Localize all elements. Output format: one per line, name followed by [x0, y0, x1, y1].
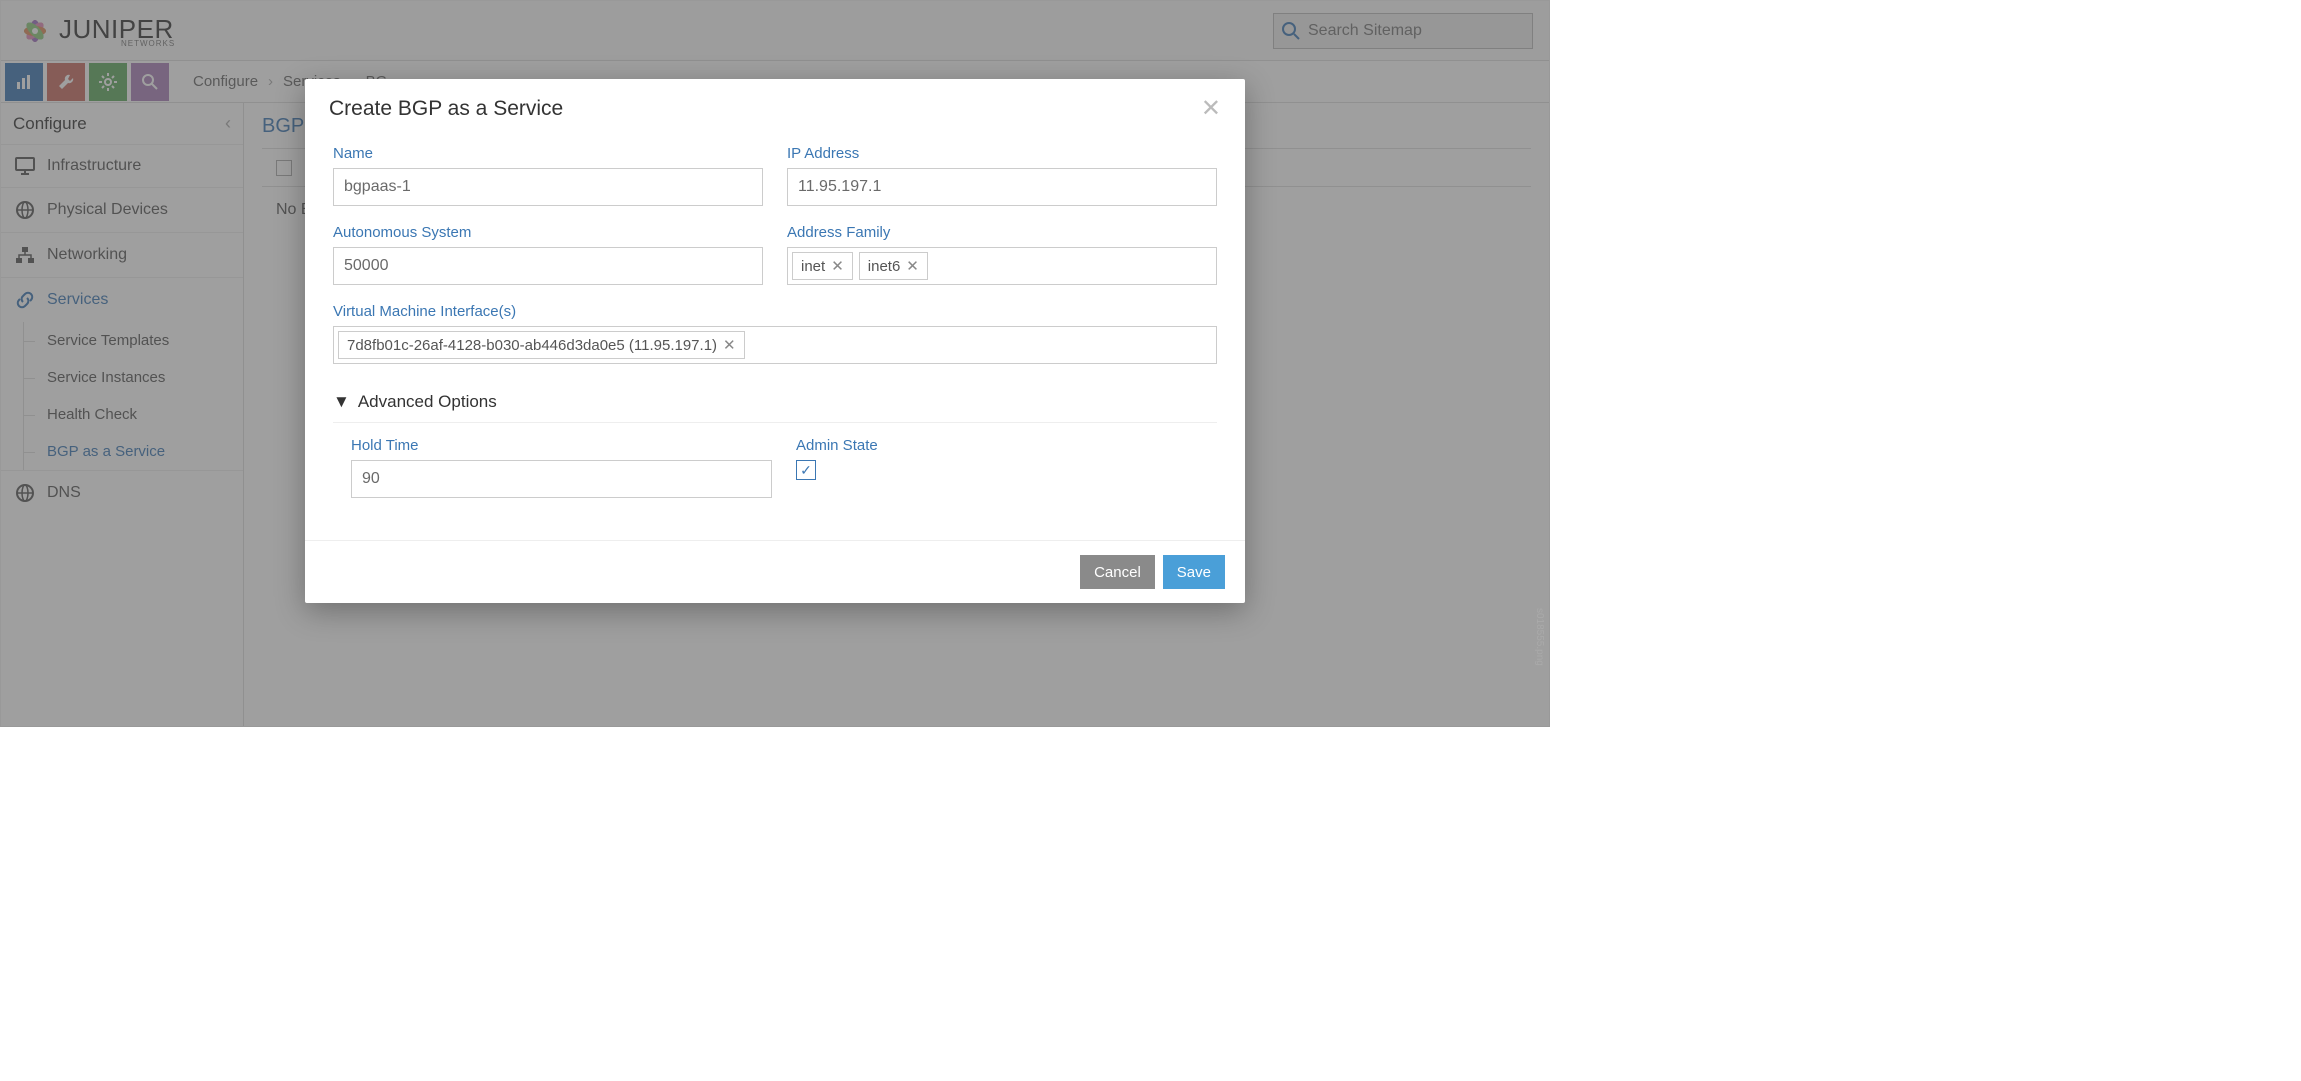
advanced-options-label: Advanced Options: [358, 392, 497, 412]
name-field[interactable]: [333, 168, 763, 206]
tag-inet6: inet6 ✕: [859, 252, 928, 280]
address-family-field[interactable]: inet ✕ inet6 ✕: [787, 247, 1217, 285]
label-hold: Hold Time: [351, 437, 772, 454]
tag-label: inet6: [868, 258, 901, 275]
modal-overlay: Create BGP as a Service ✕ Name IP Addres…: [1, 1, 1549, 726]
tag-label: 7d8fb01c-26af-4128-b030-ab446d3da0e5 (11…: [347, 337, 717, 354]
ip-address-field[interactable]: [787, 168, 1217, 206]
app-window: JUNIPER NETWORKS: [0, 0, 1550, 727]
label-as: Autonomous System: [333, 224, 763, 241]
remove-tag-icon[interactable]: ✕: [723, 336, 736, 354]
cancel-button[interactable]: Cancel: [1080, 555, 1155, 589]
close-icon[interactable]: ✕: [1201, 97, 1221, 121]
caret-down-icon: ▼: [333, 392, 350, 412]
modal-body: Name IP Address Autonomous System Addres: [305, 135, 1245, 540]
modal-head: Create BGP as a Service ✕: [305, 79, 1245, 135]
create-bgpaas-modal: Create BGP as a Service ✕ Name IP Addres…: [305, 79, 1245, 603]
label-name: Name: [333, 145, 763, 162]
save-button[interactable]: Save: [1163, 555, 1225, 589]
vmi-field[interactable]: 7d8fb01c-26af-4128-b030-ab446d3da0e5 (11…: [333, 326, 1217, 364]
label-admin: Admin State: [796, 437, 1217, 454]
tag-inet: inet ✕: [792, 252, 853, 280]
advanced-options-toggle[interactable]: ▼ Advanced Options: [333, 382, 1217, 423]
remove-tag-icon[interactable]: ✕: [831, 257, 844, 275]
autonomous-system-field[interactable]: [333, 247, 763, 285]
label-ip: IP Address: [787, 145, 1217, 162]
label-af: Address Family: [787, 224, 1217, 241]
modal-title: Create BGP as a Service: [329, 97, 563, 121]
advanced-options-body: Hold Time Admin State ✓: [333, 437, 1217, 498]
watermark: s018555.png: [1534, 608, 1545, 666]
remove-tag-icon[interactable]: ✕: [906, 257, 919, 275]
tag-label: inet: [801, 258, 825, 275]
modal-footer: Cancel Save: [305, 540, 1245, 603]
label-vmi: Virtual Machine Interface(s): [333, 303, 1217, 320]
admin-state-checkbox[interactable]: ✓: [796, 460, 816, 480]
tag-vmi: 7d8fb01c-26af-4128-b030-ab446d3da0e5 (11…: [338, 331, 745, 359]
hold-time-field[interactable]: [351, 460, 772, 498]
